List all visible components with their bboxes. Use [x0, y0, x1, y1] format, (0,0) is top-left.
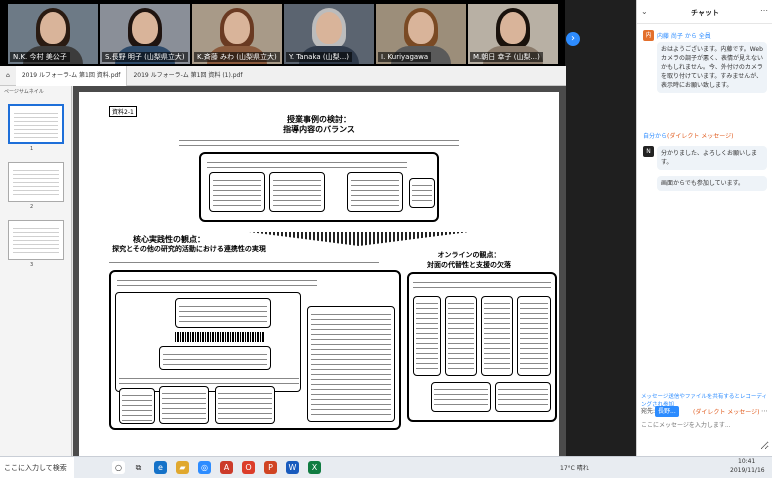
chat-panel: ⌄ チャット ⋯ 内 内藤 尚子 から 全員 おはようございます。内藤です。We… — [636, 0, 772, 456]
right-inner-item — [481, 296, 513, 376]
chat-header: ⌄ チャット ⋯ — [637, 0, 772, 24]
pdf-viewer: ⌂ 2019 ルフォーラ-ム 第1回 資料.pdf 2019 ルフォーラ-ム 第… — [0, 65, 566, 456]
pdf-reader-icon[interactable]: A — [220, 461, 233, 474]
right-inner-item — [413, 296, 441, 376]
right-inner-item — [495, 382, 551, 412]
zoom-icon[interactable]: ◎ — [198, 461, 211, 474]
chat-message-header: 自分から(ダイレクト メッセージ) — [643, 130, 769, 144]
left-sub-item — [119, 388, 155, 424]
screen: N.K. 今村 美公子 S.長野 明子 (山梨県立大) K.斉藤 みわ (山梨県立大… — [0, 0, 772, 478]
clock-date[interactable]: 2019/11/16 — [730, 467, 765, 474]
left-box-text — [117, 276, 317, 290]
thumbnail-number: 2 — [30, 204, 34, 210]
chat-message: N 分かりました、よろしくお願いします。 — [643, 146, 769, 176]
chat-message: 画面からでも参加しています。 — [643, 176, 769, 206]
participant-name: S.長野 明子 (山梨県立大) — [102, 52, 188, 62]
next-participants-arrow-icon[interactable]: › — [566, 32, 580, 46]
participant-video-tile[interactable]: S.長野 明子 (山梨県立大) — [100, 4, 190, 64]
pdf-tab-bar: ⌂ 2019 ルフォーラ-ム 第1回 資料.pdf 2019 ルフォーラ-ム 第… — [0, 65, 566, 86]
page-thumbnail-3[interactable] — [8, 220, 64, 260]
recipient-label: 宛先: — [641, 408, 656, 415]
left-inner-item — [175, 298, 271, 328]
recipient-row: 宛先: 長野... (ダイレクト メッセージ) — [641, 406, 769, 418]
right-box-text — [413, 278, 551, 292]
thumbnail-panel: ページサムネイル 1 2 3 — [0, 86, 72, 456]
participant-name: M.朝日 幸子 (山梨...) — [470, 52, 543, 62]
direct-message-label: (ダイレクト メッセージ) — [693, 409, 760, 416]
recipient-select[interactable]: 長野... — [655, 406, 679, 417]
message-text: 分かりました、よろしくお願いします。 — [657, 146, 767, 170]
pdf-tab-active[interactable]: 2019 ルフォーラ-ム 第1回 資料.pdf — [15, 65, 128, 86]
excel-icon[interactable]: X — [308, 461, 321, 474]
left-sub-item — [215, 386, 275, 424]
right-inner-item — [517, 296, 551, 376]
top-box-text — [207, 158, 407, 168]
top-box-item — [347, 172, 403, 212]
participant-name: Y. Tanaka (山梨...) — [286, 52, 353, 62]
chat-message: 内 内藤 尚子 から 全員 おはようございます。内藤です。Webカメラの調子が悪… — [643, 30, 769, 120]
message-text: 画面からでも参加しています。 — [657, 176, 767, 191]
clock-time[interactable]: 10:41 — [738, 458, 755, 465]
word-icon[interactable]: W — [286, 461, 299, 474]
left-inner-item — [159, 346, 271, 370]
taskbar: ここに入力して検索 ○ ⧉ e ▰ ◎ A O P W X 17°C 晴れ 10… — [0, 456, 772, 478]
participant-face — [132, 12, 158, 44]
more-icon[interactable]: ⋯ — [760, 6, 768, 15]
participant-face — [316, 12, 342, 44]
task-view-icon[interactable]: ⧉ — [132, 461, 145, 474]
thumbnail-number: 1 — [30, 146, 34, 152]
start-icon[interactable]: ○ — [112, 461, 125, 474]
document-canvas[interactable]: 資料2-1 授業事例の検討： 指導内容のバランス 核心実践性の観点： 探究とその… — [73, 86, 566, 456]
pdf-tab[interactable]: 2019 ルフォーラ-ム 第1回 資料 (1).pdf — [127, 66, 248, 86]
avatar: 内 — [643, 30, 654, 41]
taskbar-search[interactable]: ここに入力して検索 — [0, 457, 74, 478]
pdf-home-tab[interactable]: ⌂ — [0, 66, 16, 86]
document-page: 資料2-1 授業事例の検討： 指導内容のバランス 核心実践性の観点： 探究とその… — [79, 92, 559, 456]
page-thumbnail-1[interactable] — [8, 104, 64, 144]
participant-name: N.K. 今村 美公子 — [10, 52, 70, 62]
attach-file-icon[interactable]: ⋯ — [761, 407, 768, 415]
participant-face — [40, 12, 66, 44]
video-strip: N.K. 今村 美公子 S.長野 明子 (山梨県立大) K.斉藤 みわ (山梨県立大… — [0, 0, 565, 66]
participant-face — [500, 12, 526, 44]
participant-video-tile[interactable]: I. Kuriyagawa — [376, 4, 466, 64]
top-box-item — [209, 172, 265, 212]
section-subtitle-1: 指導内容のバランス — [283, 125, 355, 134]
participant-video-tile[interactable]: M.朝日 幸子 (山梨...) — [468, 4, 558, 64]
stripe-graphic — [175, 332, 265, 342]
participant-video-tile[interactable]: Y. Tanaka (山梨...) — [284, 4, 374, 64]
right-inner-item — [431, 382, 491, 412]
thumbnail-panel-title: ページサムネイル — [4, 89, 44, 95]
message-sender: 内藤 尚子 から 全員 — [657, 33, 711, 40]
participant-face — [224, 12, 250, 44]
left-inner-caption — [119, 374, 299, 384]
message-text: おはようございます。内藤です。Webカメラの調子が悪く、表情が見えないかもしれま… — [657, 42, 767, 93]
participant-name: I. Kuriyagawa — [378, 52, 432, 62]
message-sender: 自分から(ダイレクト メッセージ) — [643, 133, 734, 140]
left-side-item — [307, 306, 395, 422]
chat-input[interactable] — [641, 420, 769, 450]
section-2-text — [109, 258, 379, 266]
participant-video-tile[interactable]: N.K. 今村 美公子 — [8, 4, 98, 64]
participant-face — [408, 12, 434, 44]
top-box-item — [269, 172, 325, 212]
edge-browser-icon[interactable]: e — [154, 461, 167, 474]
page-thumbnail-2[interactable] — [8, 162, 64, 202]
participant-video-tile[interactable]: K.斉藤 みわ (山梨県立大) — [192, 4, 282, 64]
intro-text — [179, 136, 459, 150]
top-box-note — [409, 178, 435, 208]
powerpoint-icon[interactable]: P — [264, 461, 277, 474]
thumbnail-number: 3 — [30, 262, 34, 268]
right-inner-item — [445, 296, 477, 376]
file-explorer-icon[interactable]: ▰ — [176, 461, 189, 474]
participant-name: K.斉藤 みわ (山梨県立大) — [194, 52, 280, 62]
avatar: N — [643, 146, 654, 157]
chat-title: チャット — [691, 9, 719, 17]
office-icon[interactable]: O — [242, 461, 255, 474]
left-sub-item — [159, 386, 209, 424]
weather-status[interactable]: 17°C 晴れ — [560, 463, 589, 472]
